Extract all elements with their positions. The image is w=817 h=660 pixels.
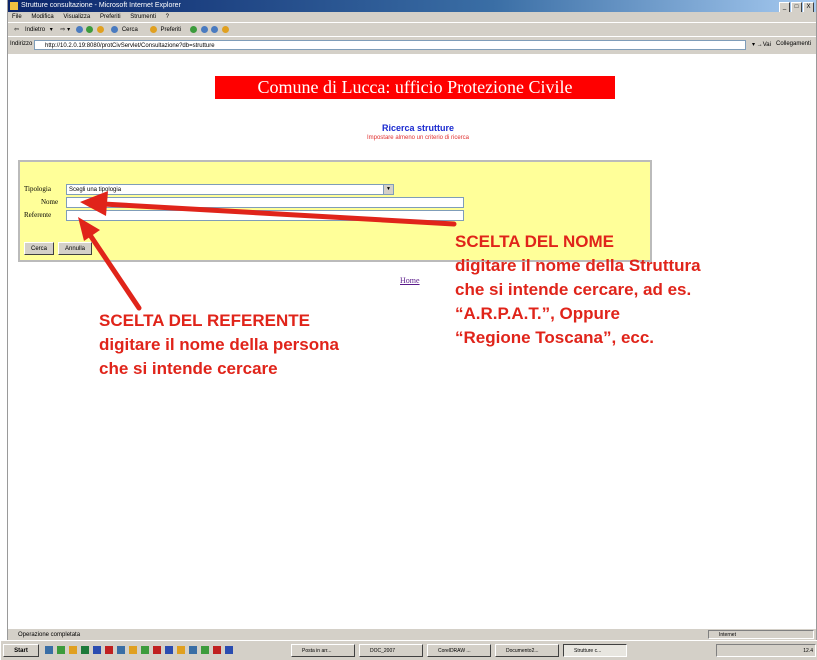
favorites-button[interactable]: Preferiti: [149, 25, 185, 33]
tool8-quicklaunch-icon[interactable]: [225, 646, 233, 654]
links-button[interactable]: Collegamenti: [776, 41, 811, 47]
address-label: Indirizzo: [10, 41, 33, 47]
menu-help[interactable]: ?: [166, 14, 169, 20]
address-input[interactable]: http://10.2.0.19:8080/protCivServlet/Con…: [34, 40, 746, 50]
taskbar-item-strutture[interactable]: Strutture c...: [563, 644, 627, 657]
media-quicklaunch-icon[interactable]: [117, 646, 125, 654]
system-tray: 12.4: [716, 644, 816, 657]
status-text: Operazione completata: [18, 632, 81, 638]
app-quicklaunch-icon[interactable]: [105, 646, 113, 654]
favorites-icon: [149, 25, 157, 33]
arrow-to-referente: [78, 217, 142, 311]
mail-icon[interactable]: [200, 25, 208, 33]
taskbar-item-coreldraw[interactable]: CorelDRAW ...: [427, 644, 491, 657]
menu-bar: File Modifica Visualizza Preferiti Strum…: [8, 12, 816, 22]
window-title: Strutture consultazione - Microsoft Inte…: [21, 2, 181, 9]
search-icon: [110, 25, 118, 33]
arrow-referente-shaft: [85, 229, 142, 311]
arrow-nome-shaft: [100, 201, 457, 227]
word-quicklaunch-icon[interactable]: [93, 646, 101, 654]
taskbar-item-doc2007[interactable]: DOC_2007: [359, 644, 423, 657]
menu-visualizza[interactable]: Visualizza: [63, 14, 90, 20]
address-bar: Indirizzo http://10.2.0.19:8080/protCivS…: [8, 36, 816, 55]
search-button[interactable]: Cerca: [110, 25, 141, 33]
menu-strumenti[interactable]: Strumenti: [130, 14, 156, 20]
explorer-quicklaunch-icon[interactable]: [129, 646, 137, 654]
ie-icon: [10, 2, 18, 10]
page-content: Comune di Lucca: ufficio Protezione Civi…: [8, 54, 816, 628]
security-zone: Internet: [708, 630, 814, 639]
taskbar: Start Posta in arr... DOC_2007 CorelDRAW…: [1, 640, 817, 660]
back-label: Indietro: [25, 27, 46, 33]
go-button[interactable]: ▾ →Vai: [752, 41, 771, 48]
tool7-quicklaunch-icon[interactable]: [213, 646, 221, 654]
back-arrow-icon: ⇦: [14, 27, 20, 33]
excel-quicklaunch-icon[interactable]: [81, 646, 89, 654]
go-label: Vai: [762, 42, 771, 48]
print-icon[interactable]: [211, 25, 219, 33]
title-bar: Strutture consultazione - Microsoft Inte…: [8, 0, 816, 13]
internet-zone-label: Internet: [719, 632, 736, 638]
forward-button[interactable]: ⇨ ▾: [60, 27, 70, 33]
arrow-referente-head: [78, 217, 100, 241]
back-button[interactable]: ⇦ Indietro ▾: [11, 27, 53, 33]
tool3-quicklaunch-icon[interactable]: [165, 646, 173, 654]
tool-quicklaunch-icon[interactable]: [141, 646, 149, 654]
refresh-icon[interactable]: [86, 25, 94, 33]
menu-modifica[interactable]: Modifica: [31, 14, 53, 20]
stop-icon[interactable]: [75, 25, 83, 33]
start-button[interactable]: Start: [3, 644, 39, 657]
folder-quicklaunch-icon[interactable]: [69, 646, 77, 654]
menu-file[interactable]: File: [12, 14, 22, 20]
search-label: Cerca: [121, 27, 138, 33]
clock: 12.4: [803, 648, 813, 654]
arrow-nome-head: [80, 191, 108, 216]
ie-quicklaunch-icon[interactable]: [45, 646, 53, 654]
tool5-quicklaunch-icon[interactable]: [189, 646, 197, 654]
outlook-quicklaunch-icon[interactable]: [57, 646, 65, 654]
tool6-quicklaunch-icon[interactable]: [201, 646, 209, 654]
browser-window: Strutture consultazione - Microsoft Inte…: [1, 0, 817, 660]
home-icon[interactable]: [97, 25, 105, 33]
arrow-to-nome: [80, 191, 457, 227]
favorites-label: Preferiti: [160, 27, 182, 33]
taskbar-item-documento2[interactable]: Documento2...: [495, 644, 559, 657]
menu-preferiti[interactable]: Preferiti: [100, 14, 121, 20]
taskbar-item-posta[interactable]: Posta in arr...: [291, 644, 355, 657]
toolbar: ⇦ Indietro ▾ ⇨ ▾ Cerca Preferiti: [8, 22, 816, 37]
tool2-quicklaunch-icon[interactable]: [153, 646, 161, 654]
annotation-arrows: [78, 191, 457, 311]
history-icon[interactable]: [189, 25, 197, 33]
tool4-quicklaunch-icon[interactable]: [177, 646, 185, 654]
edit-icon[interactable]: [221, 25, 229, 33]
